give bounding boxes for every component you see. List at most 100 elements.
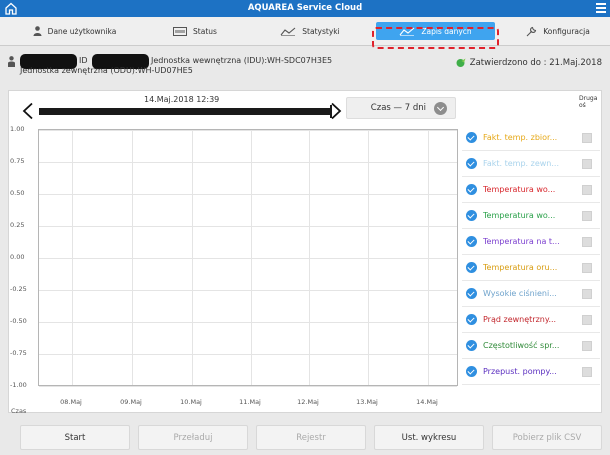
legend-item-label: Fakt. temp. zbior... bbox=[483, 133, 558, 142]
series-visible-checkbox[interactable] bbox=[466, 340, 477, 351]
series-visible-checkbox[interactable] bbox=[466, 210, 477, 221]
legend-item-label: Przepust. pompy... bbox=[483, 367, 557, 376]
gridline-vertical bbox=[251, 130, 252, 385]
legend-item[interactable]: Temperatura wo... bbox=[462, 177, 600, 203]
legend-item[interactable]: Częstotliwość spr... bbox=[462, 333, 600, 359]
indoor-unit-text: Jednostka wewnętrzna (IDU):WH-SDC07H3E5 bbox=[151, 56, 333, 65]
gridline-horizontal bbox=[39, 258, 457, 259]
legend-item[interactable]: Fakt. temp. zbior... bbox=[462, 125, 600, 151]
x-tick-label: 12.Maj bbox=[297, 398, 319, 406]
x-tick-label: 13.Maj bbox=[356, 398, 378, 406]
legend-item-label: Wysokie ciśnieni... bbox=[483, 289, 557, 298]
user-icon bbox=[33, 26, 42, 36]
secondary-axis-checkbox[interactable] bbox=[582, 236, 592, 247]
secondary-axis-checkbox[interactable] bbox=[582, 210, 592, 221]
y-tick-label: 0.25 bbox=[10, 221, 25, 229]
tab-user-data[interactable]: Dane użytkownika bbox=[22, 22, 127, 40]
gridline-horizontal bbox=[39, 354, 457, 355]
legend-item-label: Temperatura na t... bbox=[483, 237, 560, 246]
tab-label: Dane użytkownika bbox=[47, 26, 117, 36]
legend-item-label: Temperatura wo... bbox=[483, 211, 556, 220]
gridline-vertical bbox=[368, 130, 369, 385]
tab-label: Status bbox=[193, 26, 217, 36]
y-tick-label: -1.00 bbox=[10, 381, 27, 389]
title-bar: AQUAREA Service Cloud bbox=[0, 0, 610, 17]
legend-item[interactable]: Wysokie ciśnieni... bbox=[462, 281, 600, 307]
gridline-vertical bbox=[132, 130, 133, 385]
approval-text: Zatwierdzono do : 21.Maj.2018 bbox=[469, 58, 602, 68]
data-log-icon bbox=[399, 27, 415, 36]
y-tick-label: 0.50 bbox=[10, 189, 25, 197]
y-tick-label: 0.00 bbox=[10, 253, 25, 261]
y-tick-label: -0.50 bbox=[10, 317, 27, 325]
tab-data-log[interactable]: Zapis danych bbox=[376, 22, 495, 40]
secondary-axis-checkbox[interactable] bbox=[582, 158, 592, 169]
start-button[interactable]: Start bbox=[20, 425, 130, 450]
legend-item[interactable]: Fakt. temp. zewn... bbox=[462, 151, 600, 177]
tab-configuration[interactable]: Konfiguracja bbox=[513, 22, 603, 40]
series-visible-checkbox[interactable] bbox=[466, 132, 477, 143]
series-visible-checkbox[interactable] bbox=[466, 236, 477, 247]
app-title: AQUAREA Service Cloud bbox=[247, 3, 363, 13]
secondary-axis-checkbox[interactable] bbox=[582, 132, 592, 143]
arrow-left-icon[interactable] bbox=[21, 102, 35, 120]
legend-item[interactable]: Przepust. pompy... bbox=[462, 359, 600, 385]
secondary-axis-checkbox[interactable] bbox=[582, 314, 592, 325]
gridline-horizontal bbox=[39, 322, 457, 323]
secondary-axis-checkbox[interactable] bbox=[582, 288, 592, 299]
series-visible-checkbox[interactable] bbox=[466, 158, 477, 169]
legend-item-label: Częstotliwość spr... bbox=[483, 341, 560, 350]
series-visible-checkbox[interactable] bbox=[466, 366, 477, 377]
legend-item[interactable]: Temperatura na t... bbox=[462, 229, 600, 255]
series-visible-checkbox[interactable] bbox=[466, 184, 477, 195]
user-icon bbox=[8, 56, 15, 67]
tab-label: Zapis danych bbox=[421, 26, 472, 36]
secondary-axis-checkbox[interactable] bbox=[582, 262, 592, 273]
gridline-vertical bbox=[428, 130, 429, 385]
secondary-axis-checkbox[interactable] bbox=[582, 340, 592, 351]
x-axis-label: Czas bbox=[11, 407, 27, 415]
approval-status: Zatwierdzono do : 21.Maj.2018 bbox=[456, 58, 602, 68]
legend-item-label: Prąd zewnętrzny... bbox=[483, 315, 557, 324]
chart-settings-button[interactable]: Ust. wykresu bbox=[374, 425, 484, 450]
y-tick-label: 1.00 bbox=[10, 125, 25, 133]
x-tick-label: 11.Maj bbox=[239, 398, 261, 406]
chevron-down-icon bbox=[434, 101, 447, 115]
x-tick-label: 10.Maj bbox=[180, 398, 202, 406]
id-label: ID bbox=[79, 56, 88, 65]
gridline-vertical bbox=[72, 130, 73, 385]
legend-item[interactable]: Prąd zewnętrzny... bbox=[462, 307, 600, 333]
series-visible-checkbox[interactable] bbox=[466, 288, 477, 299]
download-csv-button[interactable]: Pobierz plik CSV bbox=[492, 425, 602, 450]
register-button[interactable]: Rejestr bbox=[256, 425, 366, 450]
legend-item-label: Fakt. temp. zewn... bbox=[483, 159, 560, 168]
series-visible-checkbox[interactable] bbox=[466, 262, 477, 273]
legend-item[interactable]: Temperatura oru... bbox=[462, 255, 600, 281]
gridline-horizontal bbox=[39, 386, 457, 387]
secondary-axis-checkbox[interactable] bbox=[582, 366, 592, 377]
legend-item[interactable]: Temperatura wo... bbox=[462, 203, 600, 229]
gridline-horizontal bbox=[39, 290, 457, 291]
x-tick-label: 14.Maj bbox=[416, 398, 438, 406]
tab-label: Statystyki bbox=[302, 26, 340, 36]
status-icon bbox=[173, 26, 188, 36]
chart-panel: 14.Maj.2018 12:39 Czas — 7 dni 1.00 0.75 0… bbox=[8, 90, 602, 415]
tab-bar: Dane użytkownika Status Statystyki Zapis… bbox=[0, 17, 610, 46]
series-visible-checkbox[interactable] bbox=[466, 314, 477, 325]
secondary-axis-checkbox[interactable] bbox=[582, 184, 592, 195]
gridline-horizontal bbox=[39, 194, 457, 195]
hamburger-menu-icon[interactable] bbox=[596, 3, 606, 13]
tab-status[interactable]: Status bbox=[155, 22, 235, 40]
tab-label: Konfiguracja bbox=[543, 26, 590, 36]
period-select[interactable]: Czas — 7 dni bbox=[346, 97, 456, 119]
time-range-slider[interactable] bbox=[39, 105, 332, 118]
tab-statistics[interactable]: Statystyki bbox=[265, 22, 355, 40]
y-tick-label: 0.75 bbox=[10, 157, 25, 165]
reload-button[interactable]: Przeładuj bbox=[138, 425, 248, 450]
gridline-horizontal bbox=[39, 226, 457, 227]
legend-item-label: Temperatura wo... bbox=[483, 185, 556, 194]
period-select-value: Czas — 7 dni bbox=[370, 103, 426, 113]
action-bar: Start Przeładuj Rejestr Ust. wykresu Pob… bbox=[0, 421, 610, 455]
chart-plot-area bbox=[38, 129, 458, 387]
arrow-right-icon[interactable] bbox=[329, 102, 343, 120]
